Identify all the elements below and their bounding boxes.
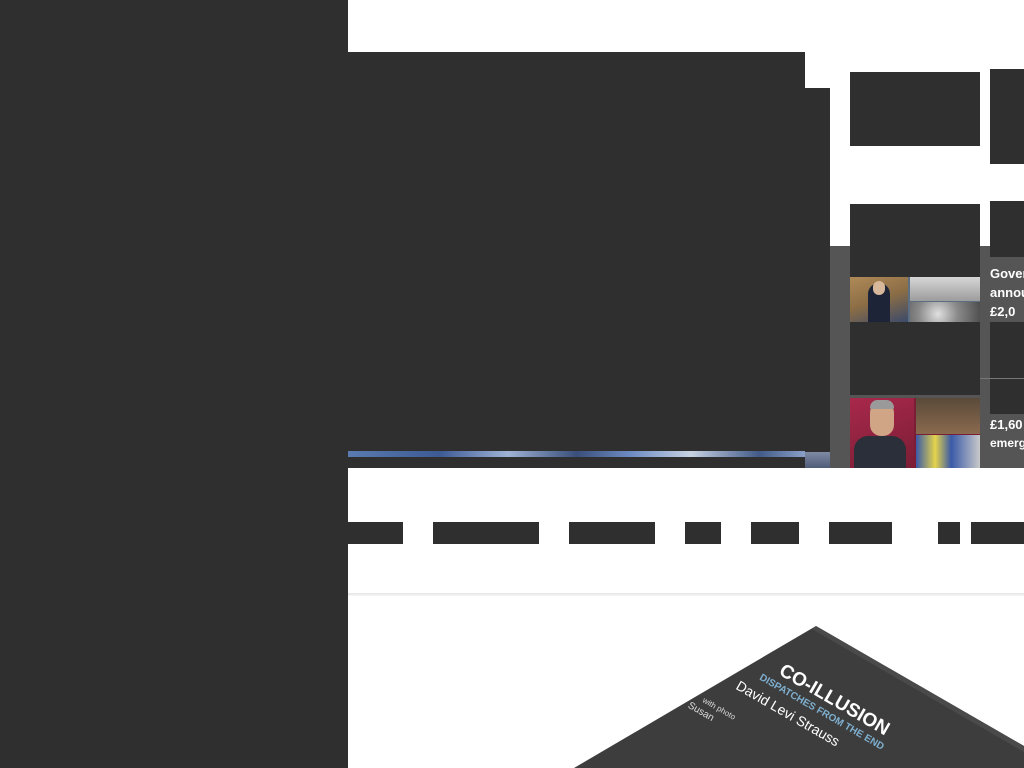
header-divider	[348, 593, 1024, 596]
news-item-1-thumbnail[interactable]	[850, 277, 980, 322]
featured-book-cover[interactable]: CO-ILLUSION DISPATCHES FROM THE END Davi…	[560, 626, 1024, 768]
featured-hero-strip	[348, 451, 805, 457]
featured-hero-image-edge	[805, 88, 830, 456]
nav-item-5[interactable]	[751, 522, 799, 544]
headline-line: £1,60	[990, 417, 1023, 432]
thumbnail-person	[854, 436, 906, 468]
headline-line: £2,0	[990, 304, 1016, 319]
news-item-1-header-block	[850, 204, 980, 277]
news-item-1-title-block	[990, 201, 1024, 257]
thumbnail-face	[873, 281, 885, 295]
news-item-2-header-block	[850, 322, 980, 395]
nav-item-7[interactable]	[938, 522, 960, 544]
thumbnail-photo-right-bottom	[916, 435, 980, 468]
news-item-2-headline[interactable]: £1,60 emerg	[990, 415, 1024, 453]
thumbnail-photo-right-bottom	[910, 302, 980, 322]
headline-line: emerg	[990, 436, 1024, 450]
featured-hero-image[interactable]	[348, 52, 805, 468]
headline-line: annou	[990, 285, 1024, 300]
nav-item-8[interactable]	[971, 522, 1024, 544]
nav-item-4[interactable]	[685, 522, 721, 544]
featured-hero-strip-end	[805, 452, 830, 468]
thumbnail-photo-right-top	[916, 398, 980, 434]
nav-item-2[interactable]	[433, 522, 539, 544]
nav-item-1[interactable]	[348, 522, 403, 544]
news-item-2-thumbnail[interactable]	[850, 398, 980, 468]
left-panel	[0, 0, 348, 768]
news-item-2-title-block	[990, 322, 1024, 414]
news-divider	[980, 378, 1024, 379]
page: Gover annou £2,0 £1,60 emerg CO-ILLUSI	[0, 0, 1024, 768]
nav-item-6[interactable]	[829, 522, 892, 544]
headline-line: Gover	[990, 266, 1024, 281]
thumbnail-hair	[870, 400, 894, 409]
nav-item-3[interactable]	[569, 522, 655, 544]
thumbnail-photo-right-top	[910, 277, 980, 301]
news-item-1-headline[interactable]: Gover annou £2,0	[990, 264, 1024, 321]
promo-tile-top[interactable]	[850, 72, 980, 146]
promo-tile-top-right[interactable]	[990, 69, 1024, 164]
